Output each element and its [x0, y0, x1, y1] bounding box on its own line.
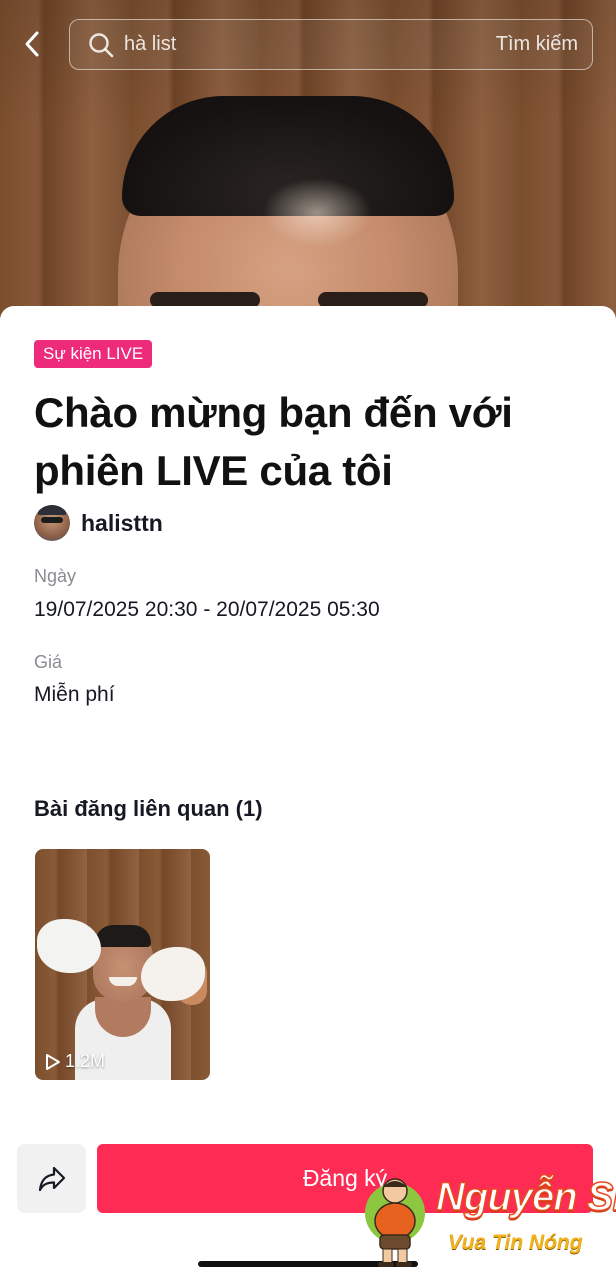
price-value: Miễn phí [34, 683, 115, 706]
event-title: Chào mừng bạn đến với phiên LIVE của tôi [34, 389, 513, 494]
share-icon [38, 1166, 65, 1191]
share-button[interactable] [17, 1144, 86, 1213]
cover-image: hà list Tìm kiếm [0, 0, 616, 330]
search-bar[interactable]: hà list Tìm kiếm [69, 19, 593, 70]
register-button[interactable]: Đăng ký [97, 1144, 593, 1213]
play-icon [46, 1053, 60, 1070]
date-label: Ngày [34, 566, 77, 586]
live-event-badge: Sự kiện LIVE [34, 340, 153, 368]
view-count-text: 1.2M [65, 1051, 106, 1071]
host-username[interactable]: halisttn [81, 510, 163, 537]
related-posts-title: Bài đăng liên quan (1) [34, 796, 263, 821]
search-icon [89, 32, 114, 57]
avatar[interactable] [34, 505, 70, 541]
search-input[interactable]: hà list [124, 33, 496, 56]
back-button[interactable] [14, 24, 50, 64]
host-profile[interactable]: halisttn [34, 504, 163, 542]
view-count: 1.2M [45, 1051, 105, 1072]
event-sheet: Sự kiện LIVE Chào mừng bạn đến với phiên… [0, 306, 616, 1280]
related-post-thumbnail[interactable]: 1.2M [35, 849, 210, 1080]
date-value: 19/07/2025 20:30 - 20/07/2025 05:30 [34, 598, 380, 621]
chevron-left-icon [25, 31, 39, 57]
home-indicator [198, 1261, 418, 1267]
search-submit-button[interactable]: Tìm kiếm [496, 33, 578, 56]
price-label: Giá [34, 652, 63, 672]
